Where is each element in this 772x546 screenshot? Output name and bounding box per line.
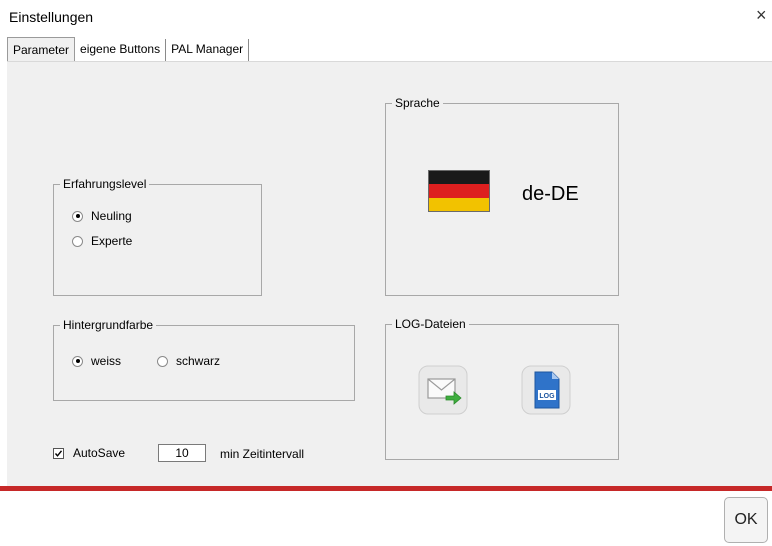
radio-neuling-label: Neuling [91,209,132,223]
log-dateien-group: LOG-Dateien LOG [385,317,619,460]
log-file-icon[interactable]: LOG [521,365,571,420]
tab-bar: Parameter eigene Buttons PAL Manager [7,37,250,64]
footer-bar [0,491,772,546]
radio-schwarz-indicator[interactable] [157,355,168,367]
sprache-legend: Sprache [392,96,443,110]
hintergrundfarbe-group: Hintergrundfarbe weiss schwarz [53,318,355,401]
radio-weiss-indicator[interactable] [72,355,83,367]
radio-neuling[interactable]: Neuling [72,209,132,223]
radio-experte-label: Experte [91,234,133,248]
svg-text:LOG: LOG [539,393,555,400]
autosave-checkbox-box[interactable] [53,447,64,459]
radio-schwarz[interactable]: schwarz [157,354,220,368]
email-send-icon[interactable] [418,365,468,420]
radio-experte-indicator[interactable] [72,235,83,247]
autosave-label: AutoSave [73,446,126,460]
radio-neuling-indicator[interactable] [72,210,83,222]
language-code: de-DE [522,183,579,205]
autosave-checkbox[interactable]: AutoSave [53,446,125,460]
radio-schwarz-label: schwarz [176,354,221,368]
german-flag-icon[interactable] [428,170,490,212]
radio-experte[interactable]: Experte [72,234,132,248]
sprache-group: Sprache de-DE [385,96,619,296]
close-icon[interactable]: × [756,6,767,24]
radio-weiss[interactable]: weiss [72,354,121,368]
ok-button[interactable]: OK [724,497,768,543]
autosave-unit-label: min Zeitintervall [220,447,305,461]
log-dateien-legend: LOG-Dateien [392,317,469,331]
autosave-interval-input[interactable] [158,444,206,462]
tab-pal-manager[interactable]: PAL Manager [166,39,250,61]
erfahrungslevel-legend: Erfahrungslevel [60,177,150,191]
hintergrundfarbe-legend: Hintergrundfarbe [60,318,157,332]
erfahrungslevel-group: Erfahrungslevel Neuling Experte [53,177,262,296]
radio-weiss-label: weiss [91,354,122,368]
tab-eigene-buttons[interactable]: eigene Buttons [75,39,167,61]
checkmark-icon [54,449,63,457]
tab-parameter[interactable]: Parameter [7,37,76,64]
parameter-panel: Erfahrungslevel Neuling Experte Hintergr… [7,61,772,486]
window-title: Einstellungen [9,9,94,25]
